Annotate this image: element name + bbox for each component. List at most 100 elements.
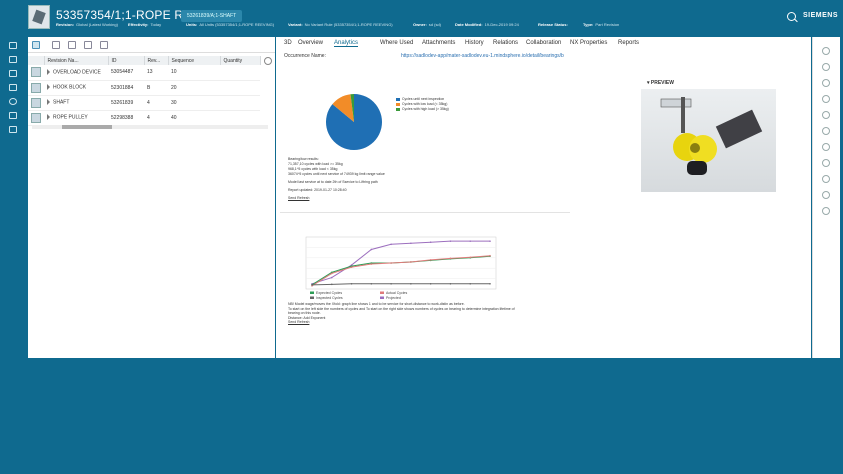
column-header-name[interactable]: Revision Na... (44, 56, 109, 65)
more-icon[interactable] (822, 207, 830, 215)
data-point (410, 283, 412, 285)
data-point (330, 272, 333, 275)
occurrence-link[interactable]: https://sadlodev-app/mater-sadlodev.eu-1… (401, 53, 564, 59)
expand-icon[interactable] (47, 69, 50, 76)
pulley-hub (690, 143, 700, 153)
lock-icon[interactable] (822, 175, 830, 183)
table-row[interactable]: ROPE PULLEY 52298388 4 40 (28, 110, 260, 126)
data-point (449, 257, 452, 260)
column-header-id[interactable]: ID (108, 56, 145, 65)
part-icon (28, 95, 44, 111)
data-point (489, 254, 491, 257)
tab-3d[interactable]: 3D (284, 40, 292, 46)
meta-date-modified: Date Modified: 19-Dec-2019 09:24 (455, 22, 519, 27)
legend-swatch (310, 291, 314, 294)
home-icon[interactable] (9, 42, 17, 49)
table-row[interactable]: SHAFT 53261839 4 30 (28, 95, 260, 111)
table-row[interactable]: HOOK BLOCK 52301884 B 20 (28, 80, 260, 96)
structure-panel: Revision Na... ID Rev... Sequence Quanti… (28, 37, 275, 358)
row-sequence: 40 (168, 110, 220, 126)
part-icon (28, 110, 44, 126)
main-content: 3D Overview Analytics Where Used Attachm… (276, 37, 811, 358)
pin-icon[interactable] (822, 191, 830, 199)
brand-logo: SIEMENS (803, 12, 839, 19)
copy-icon[interactable] (822, 95, 830, 103)
clipboard-icon[interactable] (100, 41, 108, 49)
scrollbar-thumb[interactable] (62, 125, 112, 129)
row-quantity (220, 80, 260, 96)
replace-icon[interactable] (84, 41, 92, 49)
meta-owner: Owner: sd (sd) (413, 22, 442, 27)
legend-label: Expected Cycles (316, 291, 342, 295)
tab-where-used[interactable]: Where Used (380, 40, 413, 46)
tab-attachments[interactable]: Attachments (422, 40, 455, 46)
expand-icon[interactable] (47, 99, 50, 106)
tasks-icon[interactable] (9, 84, 17, 91)
plus-icon[interactable] (822, 127, 830, 135)
edit-icon[interactable] (822, 63, 830, 71)
item-thumbnail[interactable] (28, 5, 50, 29)
results-line: 36074^5 cycles until next service of 749… (288, 172, 385, 176)
tab-analytics[interactable]: Analytics (334, 40, 359, 47)
alert-icon[interactable] (9, 112, 17, 119)
row-name: OVERLOAD DEVICE (44, 65, 108, 81)
tab-nx-properties[interactable]: NX Properties (570, 40, 607, 46)
legend-swatch (396, 97, 400, 101)
data-point (489, 240, 491, 242)
undo-icon[interactable] (52, 41, 60, 49)
hook-plate (715, 109, 763, 149)
right-toolbar (812, 37, 840, 358)
breadcrumb-chip[interactable]: 53261839/A;1-SHAFT (181, 10, 243, 22)
info-icon[interactable] (822, 47, 830, 55)
favorites-icon[interactable] (9, 98, 17, 105)
tab-collaboration[interactable]: Collaboration (526, 40, 561, 46)
column-icon (28, 56, 45, 65)
column-settings-icon[interactable] (264, 57, 272, 65)
expand-icon[interactable] (47, 84, 50, 91)
link-icon[interactable] (822, 159, 830, 167)
tab-overview[interactable]: Overview (298, 40, 323, 46)
data-point (390, 262, 392, 264)
column-header-sequence[interactable]: Sequence (168, 56, 221, 65)
chart-plot-area (305, 236, 497, 290)
view-toggle-icon[interactable] (32, 41, 40, 49)
row-id: 52298388 (108, 110, 144, 126)
table-row[interactable]: OVERLOAD DEVICE 53054487 13 10 (28, 65, 260, 81)
refresh-link-2[interactable]: Send Refresh (288, 320, 518, 325)
meta-effectivity: Effectivity: Today (128, 22, 162, 27)
app-header: 53357354/1;1-ROPE REEVING 53261839/A;1-S… (0, 0, 843, 36)
column-header-rev[interactable]: Rev... (144, 56, 169, 65)
legend-swatch (310, 296, 314, 299)
share-icon[interactable] (822, 79, 830, 87)
data-point (370, 263, 373, 265)
column-header-quantity[interactable]: Quantity (220, 56, 261, 65)
legend-swatch (396, 102, 400, 106)
search-icon[interactable] (787, 12, 796, 21)
meta-units: Units: All Units (53357354/1;1-ROPE REEVI… (186, 22, 275, 27)
inbox-icon[interactable] (9, 56, 17, 63)
row-quantity (220, 65, 260, 81)
refresh-icon[interactable] (822, 143, 830, 151)
print-icon[interactable] (9, 126, 17, 133)
row-name: SHAFT (44, 95, 108, 111)
row-rev: 4 (144, 110, 168, 126)
row-rev: 13 (144, 65, 168, 81)
tab-history[interactable]: History (465, 40, 484, 46)
section-divider (280, 212, 570, 213)
data-point (311, 284, 313, 286)
horizontal-scrollbar[interactable] (32, 125, 268, 129)
tab-relations[interactable]: Relations (493, 40, 518, 46)
folder-icon[interactable] (9, 70, 17, 77)
preview-viewport[interactable] (641, 89, 776, 192)
assembly-render (660, 97, 763, 175)
row-id: 53054487 (108, 65, 144, 81)
data-point (330, 283, 333, 286)
tab-reports[interactable]: Reports (618, 40, 639, 46)
refresh-link[interactable]: Send Refresh (288, 196, 408, 201)
settings-icon[interactable] (822, 111, 830, 119)
data-point (429, 241, 432, 243)
tab-bar: 3D Overview Analytics Where Used Attachm… (276, 37, 811, 51)
expand-icon[interactable] (47, 114, 50, 121)
add-child-icon[interactable] (68, 41, 76, 49)
row-quantity (220, 110, 260, 126)
